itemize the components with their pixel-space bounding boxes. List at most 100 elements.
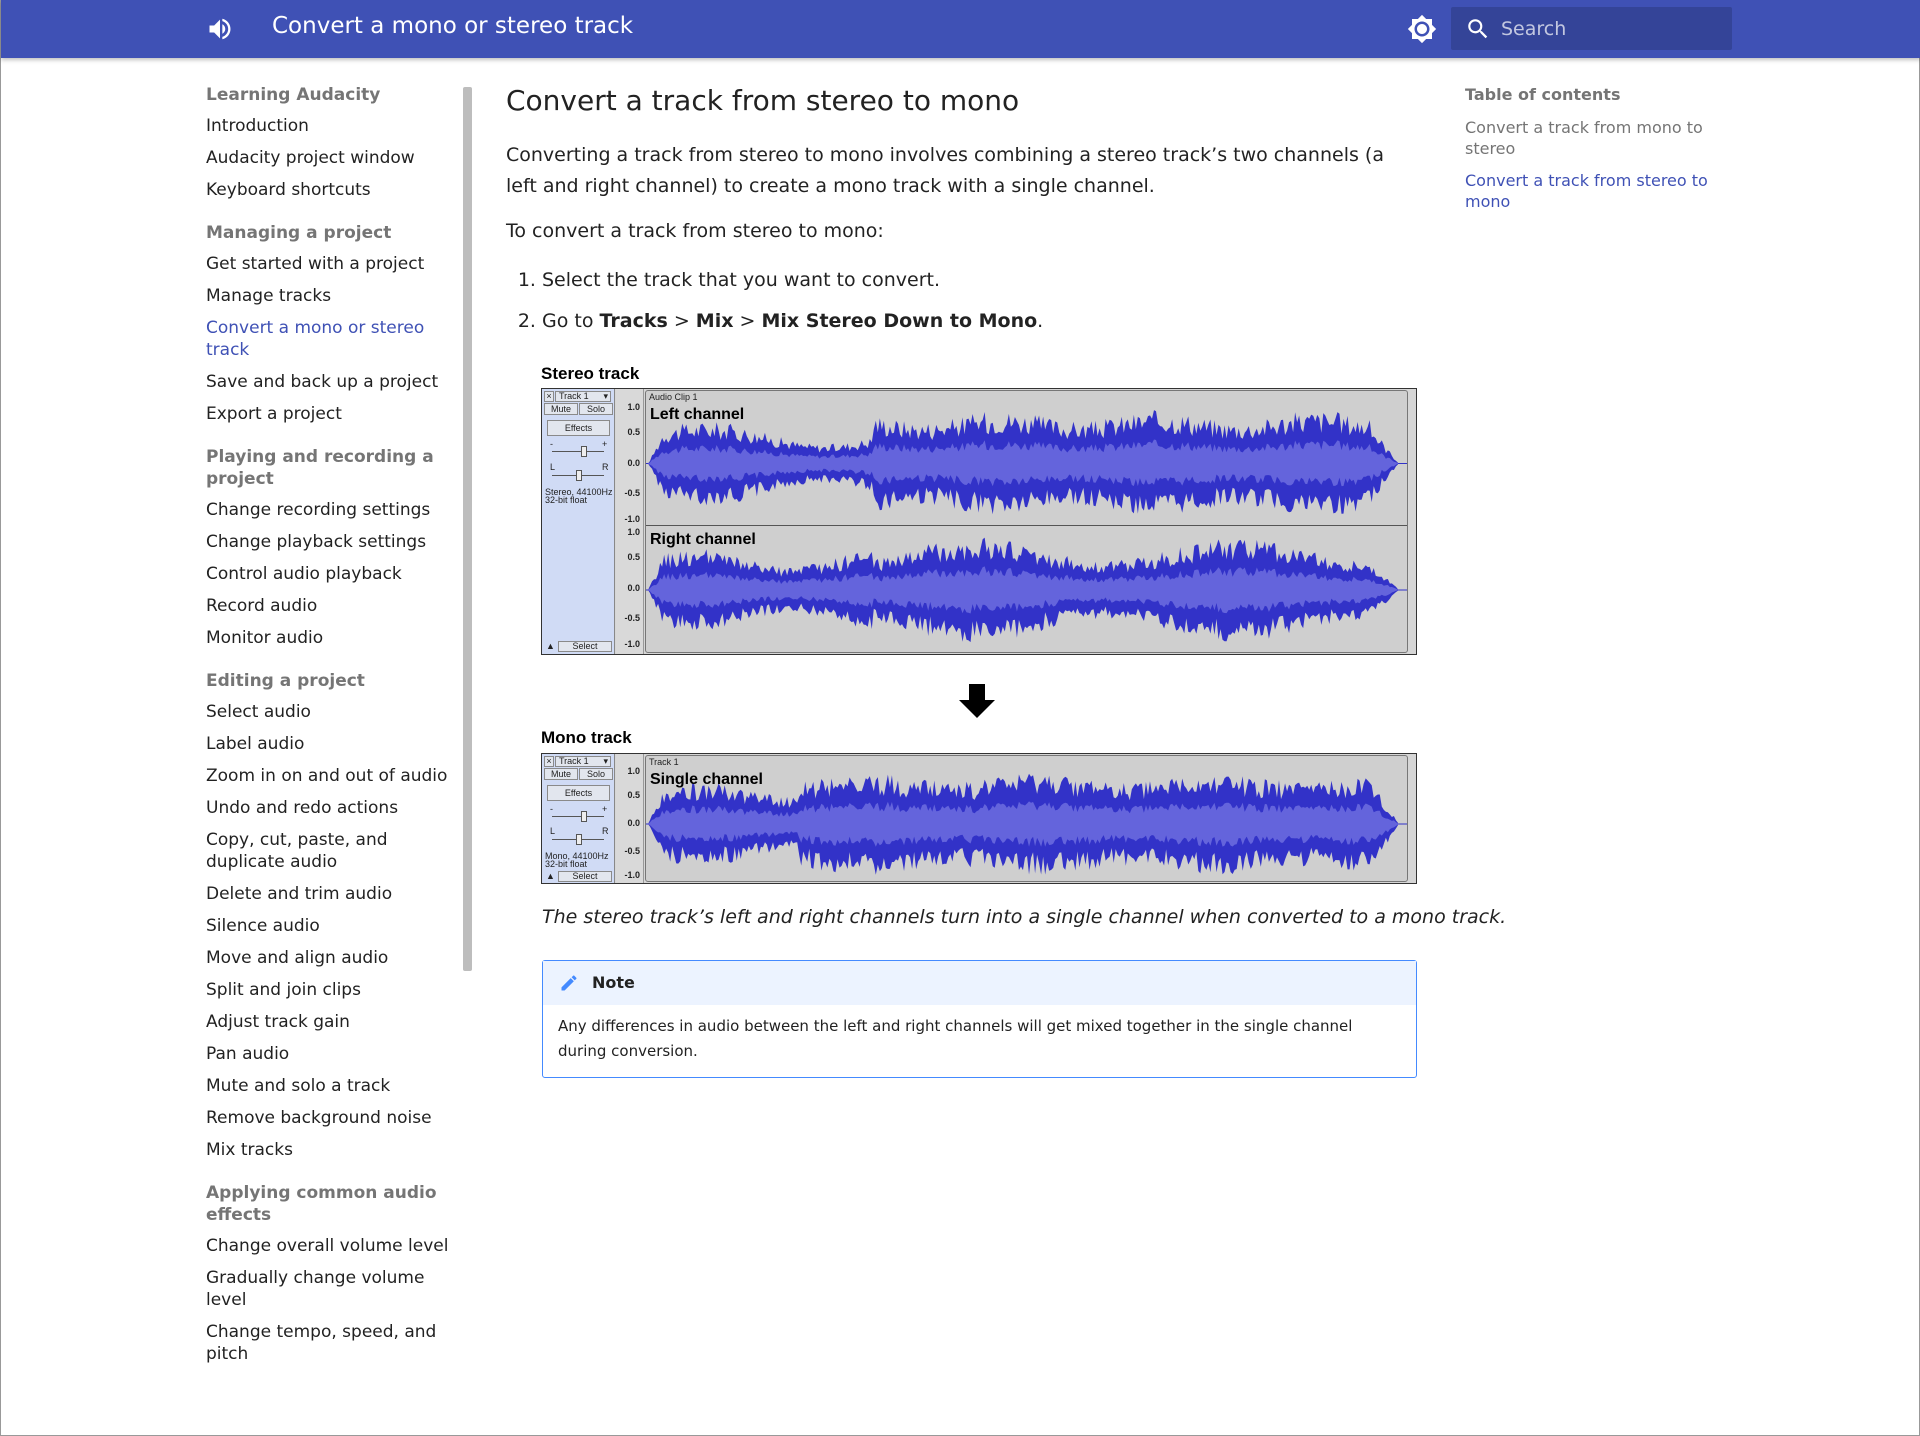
solo-button[interactable]: Solo (579, 768, 613, 780)
top-header: Convert a mono or stereo track (1, 0, 1920, 58)
track-name-menu[interactable]: Track 1 ▾ (555, 391, 611, 402)
nav-item[interactable]: Gradually change volume level (206, 1267, 456, 1311)
nav-item[interactable]: Introduction (206, 115, 456, 137)
ruler-tick: 0.5 (627, 427, 640, 437)
audio-clip[interactable]: Track 1 Single channel (645, 755, 1408, 882)
stereo-track: × Track 1 ▾ Mute Solo Effects - + L R Ste… (541, 388, 1417, 655)
nav-item[interactable]: Mute and solo a track (206, 1075, 456, 1097)
left-channel-waveform (646, 410, 1407, 515)
close-icon[interactable]: × (544, 391, 554, 402)
track-bit-depth-info: 32-bit float (545, 495, 588, 505)
steps-list: Select the track that you want to conver… (506, 265, 1418, 336)
ruler-tick: 0.0 (627, 458, 640, 468)
gain-slider-thumb[interactable] (581, 811, 587, 822)
ruler-tick: 1.0 (627, 402, 640, 412)
ruler-tick: -0.5 (624, 488, 640, 498)
step-1-text: Select the track that you want to conver… (542, 269, 941, 291)
nav-item[interactable]: Control audio playback (206, 563, 456, 585)
menu-sep-2: > (733, 310, 762, 332)
figure-caption: The stereo track’s left and right channe… (542, 906, 1507, 928)
nav-section-title: Learning Audacity (206, 85, 381, 105)
nav-item[interactable]: Label audio (206, 733, 456, 755)
nav-item[interactable]: Record audio (206, 595, 456, 617)
menu-mix: Mix (695, 310, 734, 332)
step-2-prefix: Go to (542, 310, 600, 332)
ruler-tick: 0.0 (627, 818, 640, 828)
track-name-menu[interactable]: Track 1 ▾ (555, 756, 611, 767)
nav-item[interactable]: Convert a mono or stereo track (206, 317, 456, 361)
nav-item[interactable]: Audacity project window (206, 147, 456, 169)
mono-track: × Track 1 ▾ Mute Solo Effects - + L R Mon… (541, 753, 1417, 884)
search-box[interactable] (1451, 7, 1732, 50)
stereo-track-control-panel: × Track 1 ▾ Mute Solo Effects - + L R Ste… (542, 389, 615, 654)
main-content: Convert a track from stereo to mono Conv… (506, 84, 1418, 347)
nav-item[interactable]: Move and align audio (206, 947, 456, 969)
gain-slider-track[interactable] (552, 816, 604, 817)
nav-item[interactable]: Monitor audio (206, 627, 456, 649)
nav-item[interactable]: Change playback settings (206, 531, 456, 553)
intro-paragraph: Converting a track from stereo to mono i… (506, 144, 1384, 197)
nav-item[interactable]: Pan audio (206, 1043, 456, 1065)
pan-right-label: R (602, 462, 609, 472)
pan-slider-thumb[interactable] (576, 470, 582, 481)
nav-item[interactable]: Select audio (206, 701, 456, 723)
collapse-icon[interactable]: ▲ (546, 641, 555, 651)
pan-right-label: R (602, 826, 609, 836)
mono-track-control-panel: × Track 1 ▾ Mute Solo Effects - + L R Mon… (542, 754, 615, 883)
clip-name: Audio Clip 1 (649, 392, 698, 402)
nav-section-title: Applying common audio effects (206, 1183, 437, 1225)
toc-title: Table of contents (1465, 85, 1621, 104)
nav-item[interactable]: Export a project (206, 403, 456, 425)
nav-item[interactable]: Change recording settings (206, 499, 456, 521)
sidebar-scrollbar[interactable] (463, 87, 472, 971)
collapse-icon[interactable]: ▲ (546, 871, 555, 881)
note-header: Note (543, 961, 1416, 1005)
table-of-contents: Table of contents Convert a track from m… (1465, 84, 1715, 223)
nav-item[interactable]: Split and join clips (206, 979, 456, 1001)
ruler-tick: -1.0 (624, 639, 640, 649)
toc-item[interactable]: Convert a track from stereo to mono (1465, 170, 1715, 212)
mute-button[interactable]: Mute (544, 403, 578, 415)
nav-item[interactable]: Silence audio (206, 915, 456, 937)
nav-item[interactable]: Zoom in on and out of audio (206, 765, 456, 787)
toc-item[interactable]: Convert a track from mono to stereo (1465, 117, 1715, 159)
speaker-logo-icon[interactable] (206, 15, 234, 43)
nav-item[interactable]: Copy, cut, paste, and duplicate audio (206, 829, 456, 873)
gain-plus-label: + (602, 804, 608, 814)
select-button[interactable]: Select (558, 641, 612, 652)
stereo-to-mono-figure: Stereo track × Track 1 ▾ Mute Solo Effect… (541, 364, 1417, 884)
gain-slider-track[interactable] (552, 451, 604, 452)
nav-item[interactable]: Adjust track gain (206, 1011, 456, 1033)
gain-slider-thumb[interactable] (581, 446, 587, 457)
chevron-down-icon: ▾ (603, 391, 608, 401)
select-button[interactable]: Select (558, 871, 612, 882)
nav-item[interactable]: Keyboard shortcuts (206, 179, 456, 201)
close-icon[interactable]: × (544, 756, 554, 767)
effects-button[interactable]: Effects (547, 785, 610, 801)
theme-toggle-icon[interactable] (1407, 14, 1437, 44)
search-input[interactable] (1501, 7, 1721, 50)
nav-item[interactable]: Get started with a project (206, 253, 456, 275)
step-2-end: . (1037, 310, 1044, 332)
gain-minus-label: - (550, 804, 553, 814)
solo-button[interactable]: Solo (579, 403, 613, 415)
nav-item[interactable]: Change tempo, speed, and pitch (206, 1321, 456, 1365)
pan-left-label: L (550, 462, 556, 472)
nav-item[interactable]: Remove background noise (206, 1107, 456, 1129)
mute-button[interactable]: Mute (544, 768, 578, 780)
nav-section-title: Editing a project (206, 671, 365, 691)
effects-button[interactable]: Effects (547, 420, 610, 436)
nav-item[interactable]: Save and back up a project (206, 371, 456, 393)
nav-item[interactable]: Delete and trim audio (206, 883, 456, 905)
right-channel-label: Right channel (650, 531, 756, 548)
nav-item[interactable]: Manage tracks (206, 285, 456, 307)
chevron-down-icon: ▾ (603, 756, 608, 766)
audio-clip[interactable]: Audio Clip 1 Left channel Right channel (645, 390, 1408, 653)
lead-paragraph: To convert a track from stereo to mono: (506, 220, 884, 242)
nav-section-title: Managing a project (206, 223, 392, 243)
pan-slider-thumb[interactable] (576, 834, 582, 845)
nav-item[interactable]: Mix tracks (206, 1139, 456, 1161)
nav-item[interactable]: Undo and redo actions (206, 797, 456, 819)
nav-item[interactable]: Change overall volume level (206, 1235, 456, 1257)
arrow-down-icon (959, 684, 995, 718)
